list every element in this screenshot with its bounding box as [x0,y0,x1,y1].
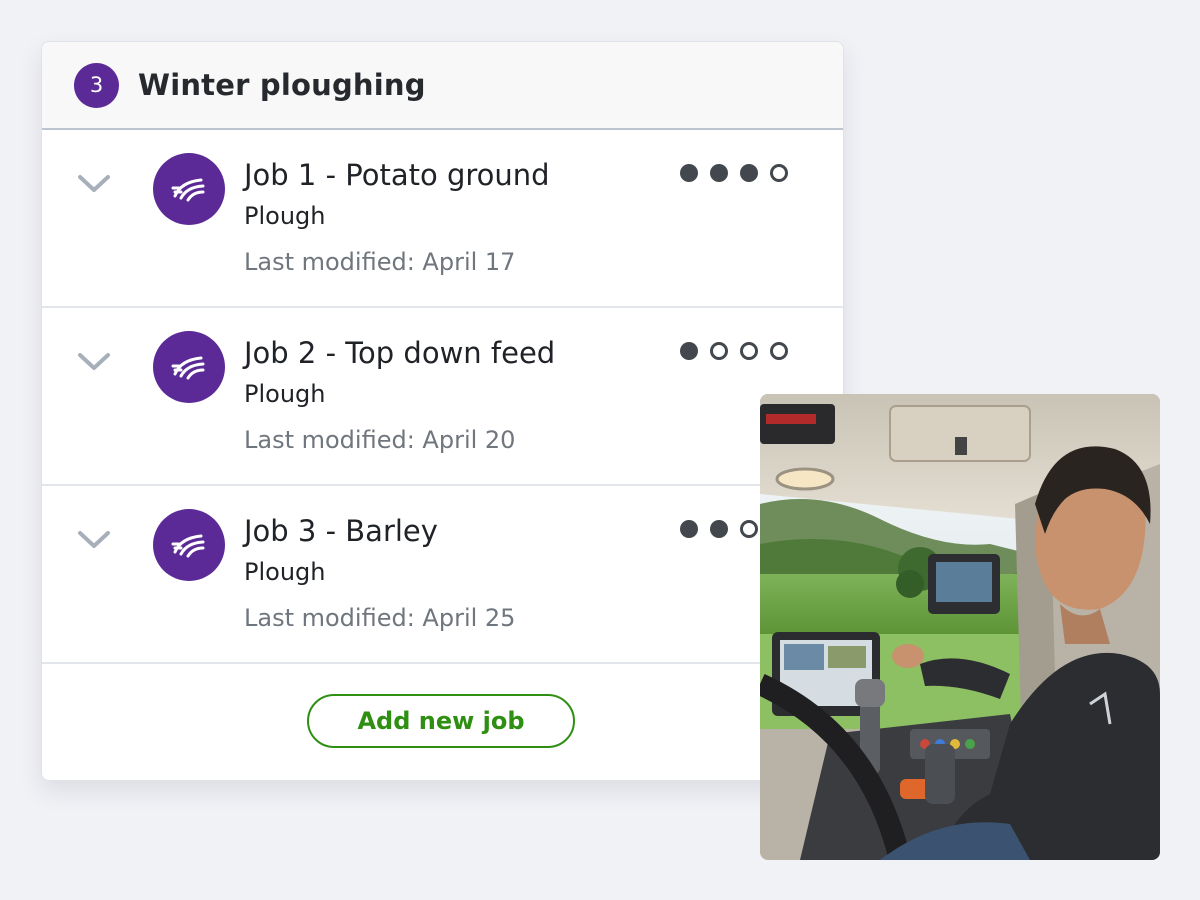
progress-dot-pending [740,342,758,360]
chevron-down-icon[interactable] [76,172,112,196]
progress-dot-complete [680,520,698,538]
job-type: Plough [244,202,326,230]
plough-field-icon [153,331,225,403]
job-last-modified: Last modified: April 25 [244,604,516,632]
add-new-job-button[interactable]: Add new job [307,694,575,748]
job-title: Job 2 - Top down feed [244,336,556,370]
job-row[interactable]: Job 2 - Top down feed Plough Last modified… [42,308,843,486]
card-footer: Add new job [42,664,843,774]
job-row[interactable]: Job 1 - Potato ground Plough Last modified… [42,130,843,308]
job-last-modified: Last modified: April 20 [244,426,516,454]
chevron-down-icon[interactable] [76,350,112,374]
job-title: Job 3 - Barley [244,514,438,548]
job-group-title: Winter ploughing [138,68,426,102]
job-group-card: 3 Winter ploughing Job 1 - Potato ground… [41,41,844,781]
progress-dot-complete [740,164,758,182]
job-last-modified: Last modified: April 17 [244,248,516,276]
progress-dot-pending [710,342,728,360]
job-type: Plough [244,558,326,586]
tractor-cab-photo [760,394,1160,860]
progress-dot-pending [770,342,788,360]
progress-dot-pending [770,164,788,182]
job-type: Plough [244,380,326,408]
progress-dot-complete [680,164,698,182]
plough-field-icon [153,153,225,225]
job-row[interactable]: Job 3 - Barley Plough Last modified: April… [42,486,843,664]
progress-dot-complete [710,520,728,538]
job-list: Job 1 - Potato ground Plough Last modified… [42,130,843,664]
page-background: 3 Winter ploughing Job 1 - Potato ground… [0,0,1200,900]
job-progress-dots [680,342,788,360]
job-progress-dots [680,164,788,182]
chevron-down-icon[interactable] [76,528,112,552]
plough-field-icon [153,509,225,581]
progress-dot-complete [680,342,698,360]
progress-dot-complete [710,164,728,182]
step-number-badge: 3 [74,62,119,108]
progress-dot-pending [740,520,758,538]
job-title: Job 1 - Potato ground [244,158,550,192]
job-group-header: 3 Winter ploughing [42,42,843,130]
